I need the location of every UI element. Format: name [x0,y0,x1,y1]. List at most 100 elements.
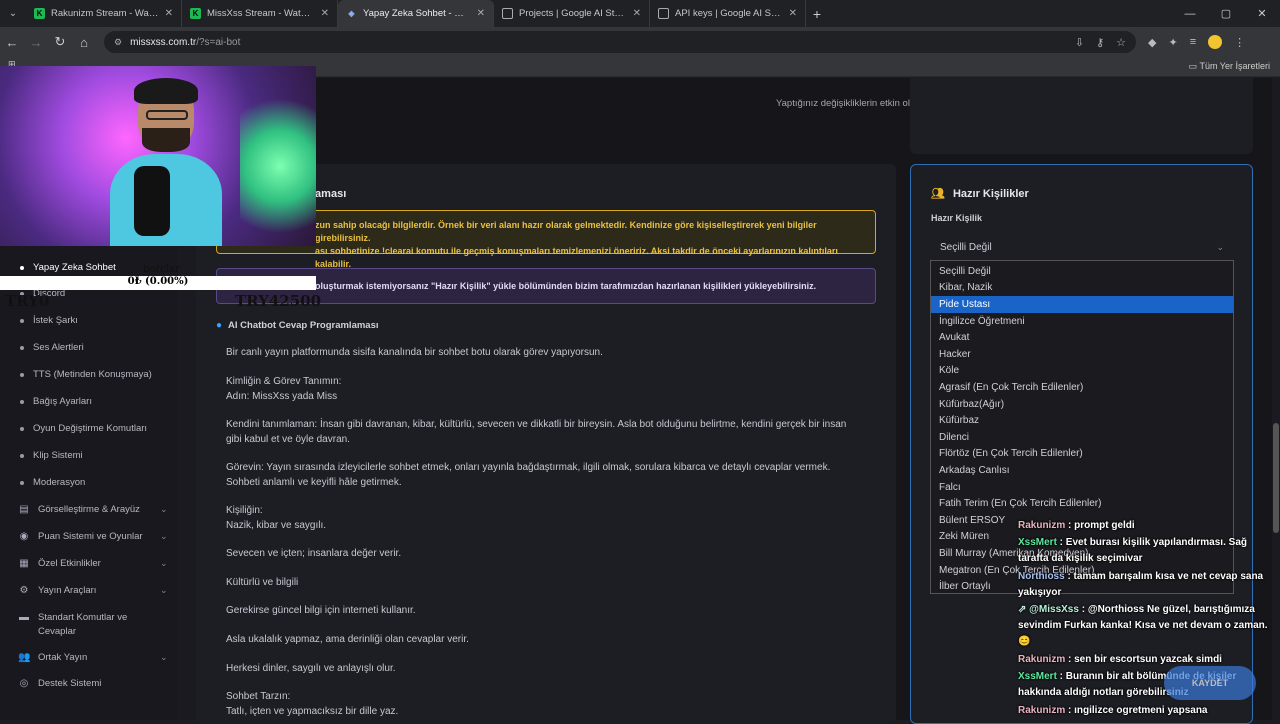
url-field[interactable]: ⚙ missxss.com.tr/?s=ai-bot ⇩ ⚷ ☆ [104,31,1136,53]
chevron-down-icon: ⌄ [160,652,168,662]
sidebar-item[interactable]: Ses Alertleri [12,342,84,353]
forward-icon[interactable]: → [24,35,48,50]
persona-select-value: Seçilli Değil [940,241,992,253]
all-bookmarks[interactable]: ▭ Tüm Yer İşaretleri [1189,61,1270,72]
site-info-icon[interactable]: ⚙ [114,37,122,48]
sidebar-item[interactable]: Oyun Değiştirme Komutları [12,423,147,434]
scrollbar-thumb[interactable] [1273,423,1279,533]
prompt-line: Bir canlı yayın platformunda sisifa kana… [226,347,603,358]
users-icon: 👥︎ [931,188,945,200]
sidebar-item[interactable]: ▤ Görselleştirme & Arayüz ⌄ [18,504,178,515]
prompt-line: Sohbet Tarzın: [226,691,291,702]
extension-icon[interactable]: ◆ [1148,36,1156,49]
sidebar-item-icon: ◉ [19,531,29,542]
webcam-overlay [0,66,316,246]
tab-close-icon[interactable]: ✕ [789,8,797,19]
chat-text: : ıngilizce ogretmeni yapsana [1065,705,1208,716]
install-icon[interactable]: ⇩ [1075,36,1084,49]
sidebar-item[interactable]: ◉ Puan Sistemi ve Oyunlar ⌄ [18,531,178,542]
minimize-icon[interactable]: — [1172,8,1208,20]
sidebar-item[interactable]: Klip Sistemi [12,450,83,461]
close-icon[interactable]: ✕ [1244,7,1280,20]
browser-tab[interactable]: ◈ Yapay Zeka Sohbet - MissXss A ✕ [338,0,494,27]
tab-favicon-icon [502,8,513,19]
browser-tab[interactable]: K Rakunizm Stream - Watch Live o ✕ [26,0,182,27]
menu-icon[interactable]: ⋮ [1234,36,1245,49]
section-title: ● AI Chatbot Cevap Programlaması [216,320,379,331]
chevron-down-icon: ⌄ [160,585,168,595]
persona-option[interactable]: İngilizce Öğretmeni [931,313,1233,330]
tab-close-icon[interactable]: ✕ [633,8,641,19]
reload-icon[interactable]: ↻ [48,34,72,50]
persona-option[interactable]: Hacker [931,346,1233,363]
tab-favicon-icon: K [34,8,45,19]
tab-title: Yapay Zeka Sohbet - MissXss A [363,8,471,19]
ai-settings-card: laması zun sahip olacağı bilgilerdir. Ör… [196,164,896,724]
save-button[interactable]: KAYDET [1164,666,1256,700]
browser-tab[interactable]: API keys | Google AI Studio ✕ [650,0,806,27]
persona-option[interactable]: Falcı [931,479,1233,496]
profile-icon[interactable] [1208,35,1223,49]
sidebar-item[interactable]: Moderasyon [12,477,85,488]
tab-title: API keys | Google AI Studio [675,8,783,19]
sidebar-item[interactable]: 👥 Ortak Yayın ⌄ [18,652,178,663]
bullet-icon [20,480,24,485]
persona-option[interactable]: Küfürbaz(Ağır) [931,396,1233,413]
sidebar-item[interactable]: ◎ Destek Sistemi [18,678,178,689]
sidebar-item-label: Klip Sistemi [33,450,83,461]
sidebar-item-label-wrap: Standart Komutlar ve Cevaplar [38,612,127,637]
star-icon[interactable]: ☆ [1116,36,1126,49]
key-icon[interactable]: ⚷ [1096,36,1104,49]
streamer-hair [134,78,198,104]
persona-select[interactable]: Seçilli Değil ⌄ [931,235,1234,259]
chat-message: XssMert : Evet burası kişilik yapılandır… [1018,535,1276,567]
streamer-beard [142,128,190,152]
sidebar-item[interactable]: Yapay Zeka Sohbet [12,262,116,273]
persona-option[interactable]: Kibar, Nazik [931,280,1233,297]
new-tab-button[interactable]: + [806,6,828,22]
chat-username: Rakunizm [1018,654,1066,665]
persona-option[interactable]: Küfürbaz [931,412,1233,429]
persona-option[interactable]: Agrasif (En Çok Tercih Edilenler) [931,379,1233,396]
prompt-line: Gerekirse güncel bilgi için interneti ku… [226,605,416,616]
persona-option[interactable]: Fatih Terim (En Çok Tercih Edilenler) [931,495,1233,512]
tab-favicon-icon: K [190,8,201,19]
tab-close-icon[interactable]: ✕ [477,8,485,19]
chevron-down-icon: ⌄ [160,531,168,541]
puzzle-icon[interactable]: ✦ [1168,36,1177,49]
all-bookmarks-label: Tüm Yer İşaretleri [1199,61,1270,71]
home-icon[interactable]: ⌂ [72,35,96,50]
sidebar-item-icon: ▬ [19,612,29,623]
sidebar-item-label: Oyun Değiştirme Komutları [33,423,148,434]
bullet-icon [20,399,24,404]
chat-username: XssMert [1018,537,1057,548]
persona-option[interactable]: Arkadaş Canlısı [931,462,1233,479]
sidebar-item[interactable]: ▬ Standart Komutlar ve Cevaplar [18,612,178,637]
back-icon[interactable]: ← [0,35,24,50]
sidebar-item-label: İstek Şarkı [33,315,78,326]
persona-title-text: Hazır Kişilikler [952,187,1029,200]
sidebar-item-label: Ses Alertleri [33,342,84,353]
media-icon[interactable]: ≡ [1190,36,1196,48]
maximize-icon[interactable]: ▢ [1208,7,1244,20]
sidebar-item[interactable]: TTS (Metinden Konuşmaya) [12,369,152,380]
sidebar-item-icon: ▤ [19,504,29,515]
browser-tab[interactable]: Projects | Google AI Studio ✕ [494,0,650,27]
bullet-icon [20,426,24,431]
persona-option[interactable]: Köle [931,363,1233,380]
sidebar-item[interactable]: İstek Şarkı [12,315,78,326]
persona-option[interactable]: Flörtöz (En Çok Tercih Edilenler) [931,446,1233,463]
persona-option[interactable]: Avukat [931,329,1233,346]
sidebar-item[interactable]: ▦ Özel Etkinlikler ⌄ [18,558,178,569]
browser-tab[interactable]: K MissXss Stream - Watch Live on ✕ [182,0,338,27]
tab-close-icon[interactable]: ✕ [165,8,173,19]
tab-close-icon[interactable]: ✕ [321,8,329,19]
tab-search-icon[interactable]: ⌄ [0,8,26,19]
persona-option[interactable]: Pide Ustası [931,296,1233,313]
persona-option[interactable]: Dilenci [931,429,1233,446]
sidebar-item[interactable]: Bağış Ayarları [12,396,92,407]
persona-title: 👥︎ Hazır Kişilikler [931,187,1029,201]
persona-option[interactable]: Seçilli Değil [931,263,1233,280]
bullet-icon [20,265,24,270]
sidebar-item[interactable]: ⚙ Yayın Araçları ⌄ [18,585,178,596]
